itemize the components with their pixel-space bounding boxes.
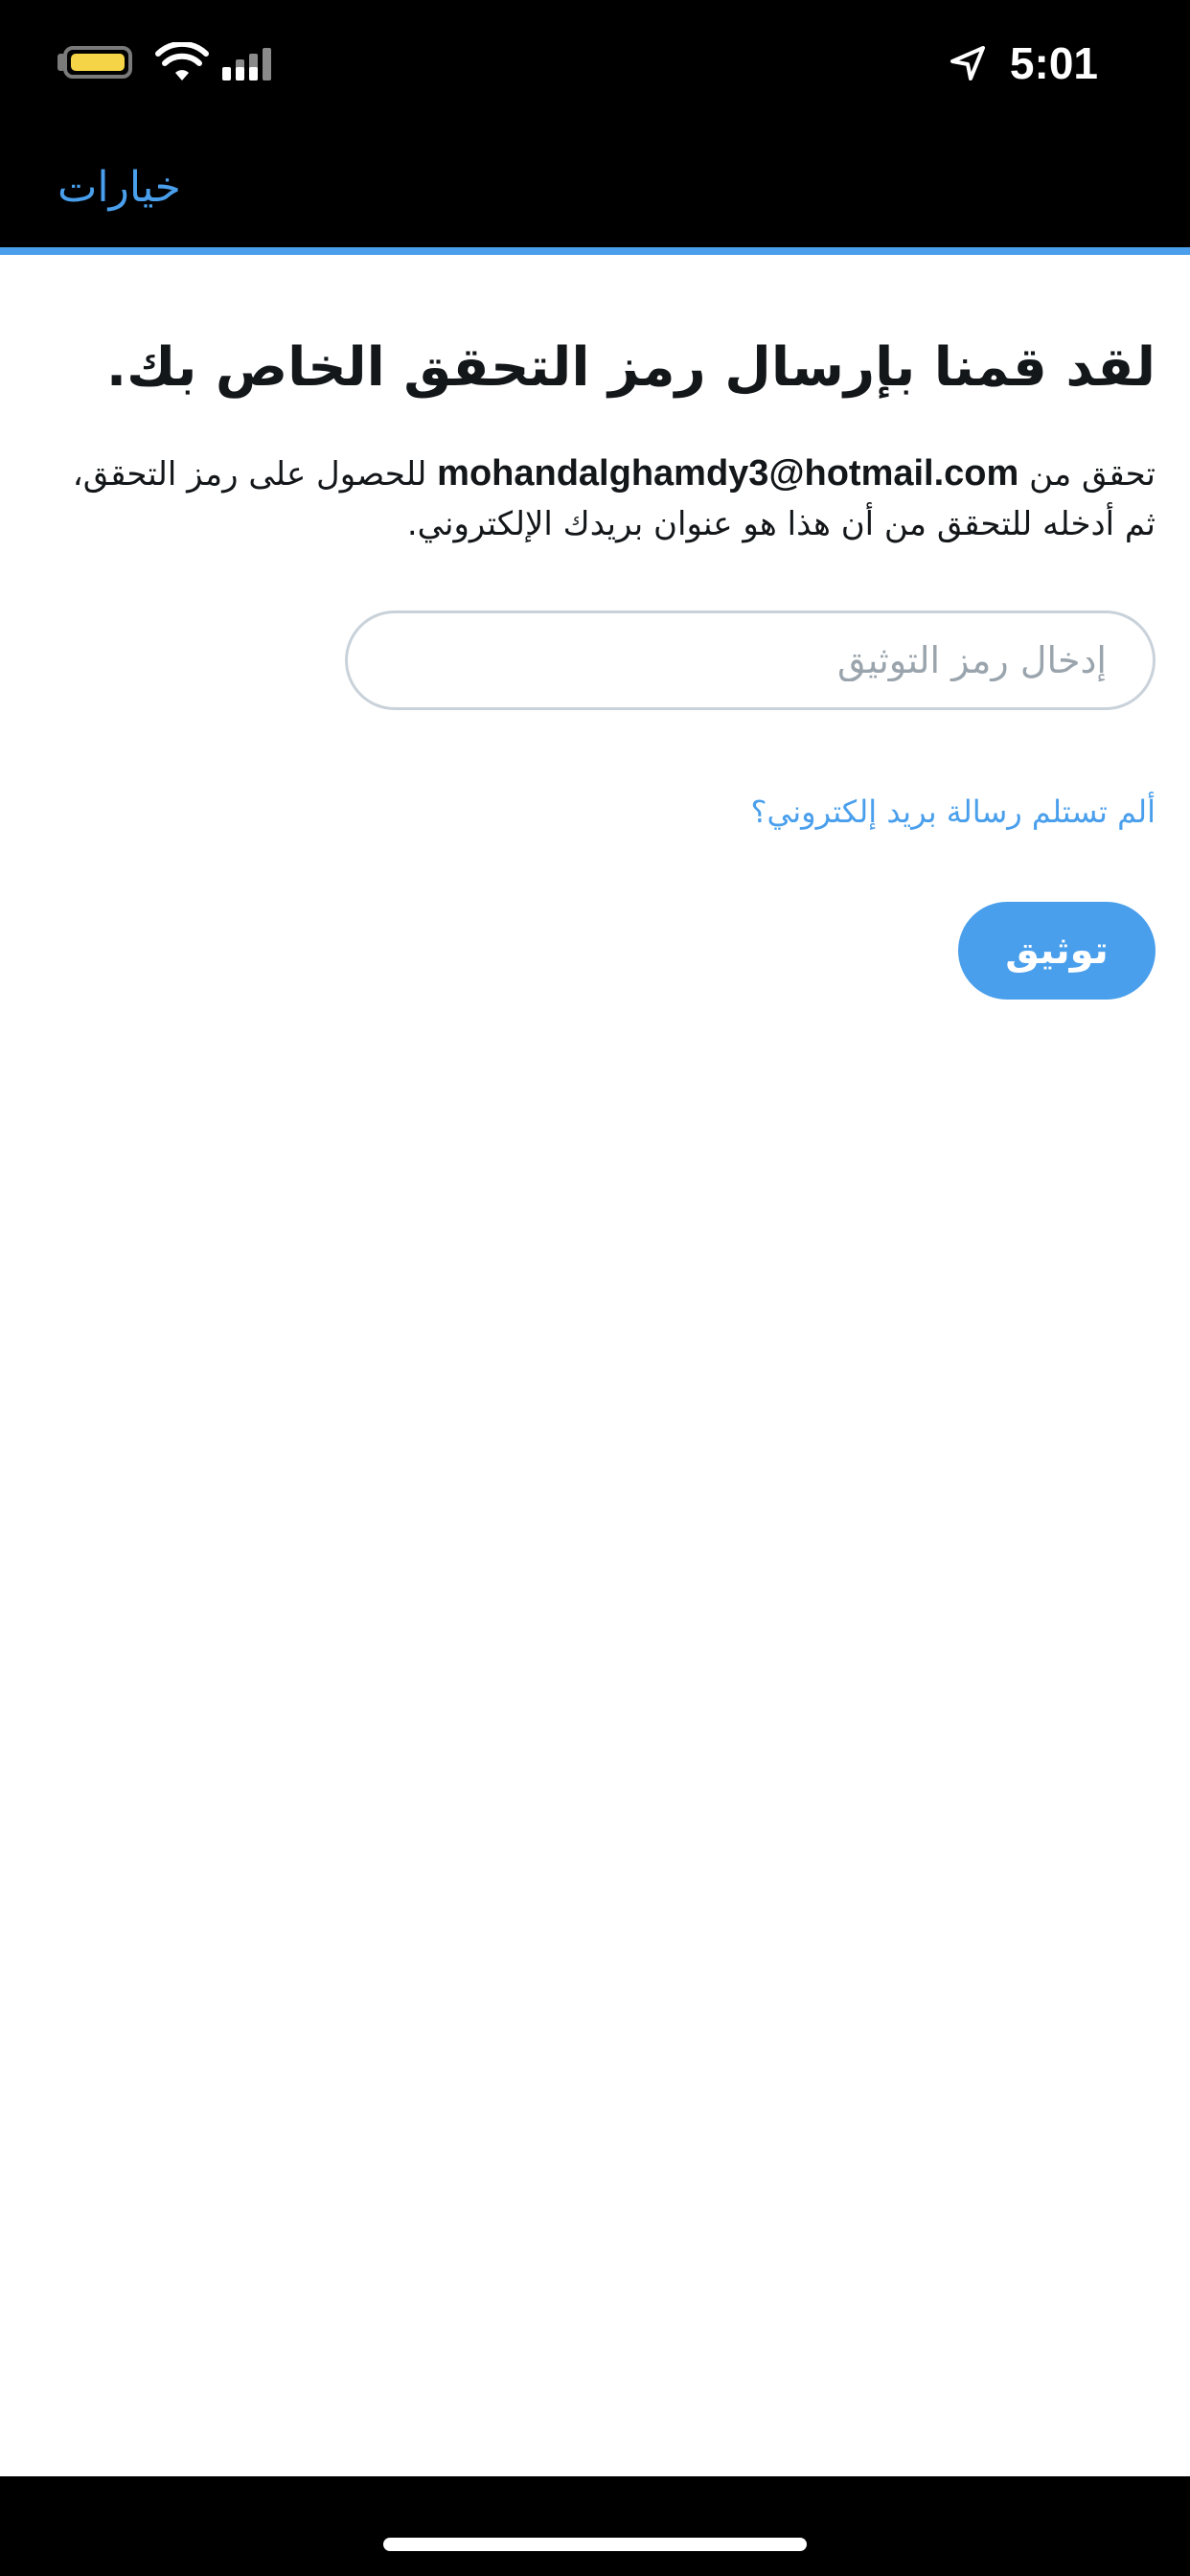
cellular-signal-icon: [222, 48, 271, 80]
battery-icon: [63, 46, 132, 79]
verification-code-input[interactable]: [348, 613, 1153, 707]
bottom-bar: [0, 2476, 1190, 2576]
email-address: mohandalghamdy3@hotmail.com: [437, 453, 1019, 494]
options-button[interactable]: خيارات: [57, 159, 181, 217]
status-bar: 5:01: [0, 0, 1190, 126]
code-input-container: [345, 610, 1156, 710]
verification-form: لقد قمنا بإرسال رمز التحقق الخاص بك. تحق…: [57, 255, 1156, 1000]
instructions-prefix: تحقق من: [1018, 455, 1156, 494]
page-title: لقد قمنا بإرسال رمز التحقق الخاص بك.: [105, 336, 1156, 399]
wifi-icon: [155, 42, 209, 80]
resend-email-link[interactable]: ألم تستلم رسالة بريد إلكتروني؟: [751, 791, 1156, 833]
battery-cap: [57, 54, 63, 71]
location-arrow-icon: [950, 46, 985, 80]
nav-header: خيارات: [0, 126, 1190, 247]
battery-level: [71, 54, 125, 71]
header-accent-line: [0, 247, 1190, 255]
home-indicator[interactable]: [383, 2538, 807, 2551]
status-time: 5:01: [1009, 38, 1098, 88]
instructions-text: تحقق من mohandalghamdy3@hotmail.com للحص…: [57, 448, 1156, 549]
verify-button[interactable]: توثيق: [958, 902, 1156, 1000]
